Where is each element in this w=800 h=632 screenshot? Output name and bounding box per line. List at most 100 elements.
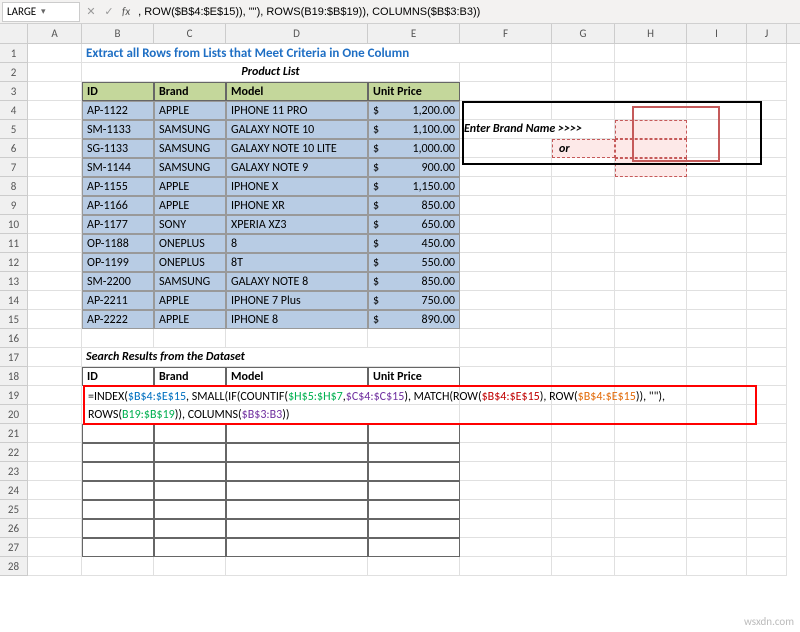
cell[interactable] xyxy=(552,234,615,253)
cell[interactable] xyxy=(687,158,747,177)
cell[interactable] xyxy=(687,424,747,443)
row-header[interactable]: 1 xyxy=(0,44,28,63)
row-header[interactable]: 25 xyxy=(0,500,28,519)
col-header-g[interactable]: G xyxy=(552,24,615,43)
cell[interactable] xyxy=(615,196,687,215)
cell[interactable] xyxy=(615,310,687,329)
col-header-i[interactable]: I xyxy=(687,24,747,43)
cancel-icon[interactable]: ✕ xyxy=(82,3,100,21)
cell[interactable] xyxy=(687,101,747,120)
col-header-e[interactable]: E xyxy=(368,24,460,43)
result-cell[interactable] xyxy=(368,424,460,443)
cell-brand[interactable]: APPLE xyxy=(154,196,226,215)
cell[interactable] xyxy=(460,519,552,538)
cell[interactable] xyxy=(552,519,615,538)
cell[interactable] xyxy=(82,329,154,348)
result-cell[interactable] xyxy=(82,462,154,481)
cell[interactable] xyxy=(552,196,615,215)
cell[interactable] xyxy=(615,44,687,63)
cell[interactable] xyxy=(687,348,747,367)
cell[interactable] xyxy=(460,310,552,329)
result-cell[interactable] xyxy=(82,538,154,557)
cell[interactable] xyxy=(552,215,615,234)
result-cell[interactable] xyxy=(368,519,460,538)
cell-id[interactable]: OP-1199 xyxy=(82,253,154,272)
cell[interactable] xyxy=(552,158,615,177)
cell-brand[interactable]: APPLE xyxy=(154,101,226,120)
cell[interactable] xyxy=(460,557,552,576)
cell[interactable] xyxy=(615,481,687,500)
cell-id[interactable]: OP-1188 xyxy=(82,234,154,253)
cell-model[interactable]: GALAXY NOTE 9 xyxy=(226,158,368,177)
header-model[interactable]: Model xyxy=(226,82,368,101)
cell-id[interactable]: SM-1144 xyxy=(82,158,154,177)
cell[interactable] xyxy=(460,177,552,196)
cell[interactable] xyxy=(460,234,552,253)
cell[interactable] xyxy=(747,63,787,82)
cell[interactable] xyxy=(460,253,552,272)
cell[interactable] xyxy=(28,519,82,538)
search-header-id[interactable]: ID xyxy=(82,367,154,386)
row-header[interactable]: 11 xyxy=(0,234,28,253)
fx-icon[interactable]: fx xyxy=(122,5,130,18)
cell-model[interactable]: IPHONE XR xyxy=(226,196,368,215)
cell[interactable] xyxy=(552,424,615,443)
result-cell[interactable] xyxy=(82,443,154,462)
cell[interactable] xyxy=(460,329,552,348)
result-cell[interactable] xyxy=(154,462,226,481)
result-cell[interactable] xyxy=(154,443,226,462)
cell[interactable] xyxy=(552,462,615,481)
cell[interactable] xyxy=(28,443,82,462)
cell-price[interactable]: $1,000.00 xyxy=(368,139,460,158)
cell-price[interactable]: $900.00 xyxy=(368,158,460,177)
brand-input-2[interactable] xyxy=(615,139,687,158)
cell-id[interactable]: AP-1166 xyxy=(82,196,154,215)
cell[interactable] xyxy=(747,348,787,367)
row-header[interactable]: 20 xyxy=(0,405,28,424)
cell[interactable] xyxy=(687,443,747,462)
cell[interactable] xyxy=(28,538,82,557)
cell-id[interactable]: AP-1122 xyxy=(82,101,154,120)
cell[interactable] xyxy=(615,177,687,196)
cell[interactable] xyxy=(615,348,687,367)
cell[interactable] xyxy=(747,405,787,424)
cell[interactable] xyxy=(747,386,787,405)
cell[interactable] xyxy=(28,63,82,82)
row-header[interactable]: 22 xyxy=(0,443,28,462)
cell-price[interactable]: $850.00 xyxy=(368,196,460,215)
cell[interactable] xyxy=(552,291,615,310)
cell-brand[interactable]: SAMSUNG xyxy=(154,139,226,158)
product-list-title[interactable]: Product List xyxy=(82,63,460,82)
cell-price[interactable]: $450.00 xyxy=(368,234,460,253)
cell[interactable] xyxy=(28,82,82,101)
cell[interactable] xyxy=(687,329,747,348)
cell[interactable] xyxy=(28,253,82,272)
cell[interactable] xyxy=(460,101,552,120)
cell-id[interactable]: SM-1133 xyxy=(82,120,154,139)
row-header[interactable]: 2 xyxy=(0,63,28,82)
cell[interactable] xyxy=(747,158,787,177)
cell[interactable] xyxy=(687,462,747,481)
cell-model[interactable]: 8T xyxy=(226,253,368,272)
row-header[interactable]: 21 xyxy=(0,424,28,443)
cell[interactable] xyxy=(28,310,82,329)
cell-price[interactable]: $1,150.00 xyxy=(368,177,460,196)
header-price[interactable]: Unit Price xyxy=(368,82,460,101)
result-cell[interactable] xyxy=(368,538,460,557)
cell[interactable] xyxy=(460,291,552,310)
cell[interactable] xyxy=(687,291,747,310)
cell[interactable] xyxy=(28,234,82,253)
cell[interactable] xyxy=(552,367,615,386)
cell[interactable] xyxy=(28,177,82,196)
row-header[interactable]: 3 xyxy=(0,82,28,101)
cell[interactable] xyxy=(552,538,615,557)
cell-price[interactable]: $550.00 xyxy=(368,253,460,272)
cell[interactable] xyxy=(615,272,687,291)
cell-model[interactable]: IPHONE 8 xyxy=(226,310,368,329)
cell-model[interactable]: IPHONE 7 Plus xyxy=(226,291,368,310)
cell[interactable] xyxy=(552,557,615,576)
cell[interactable] xyxy=(460,538,552,557)
cell[interactable] xyxy=(552,63,615,82)
cell-model[interactable]: 8 xyxy=(226,234,368,253)
cell-id[interactable]: SM-2200 xyxy=(82,272,154,291)
